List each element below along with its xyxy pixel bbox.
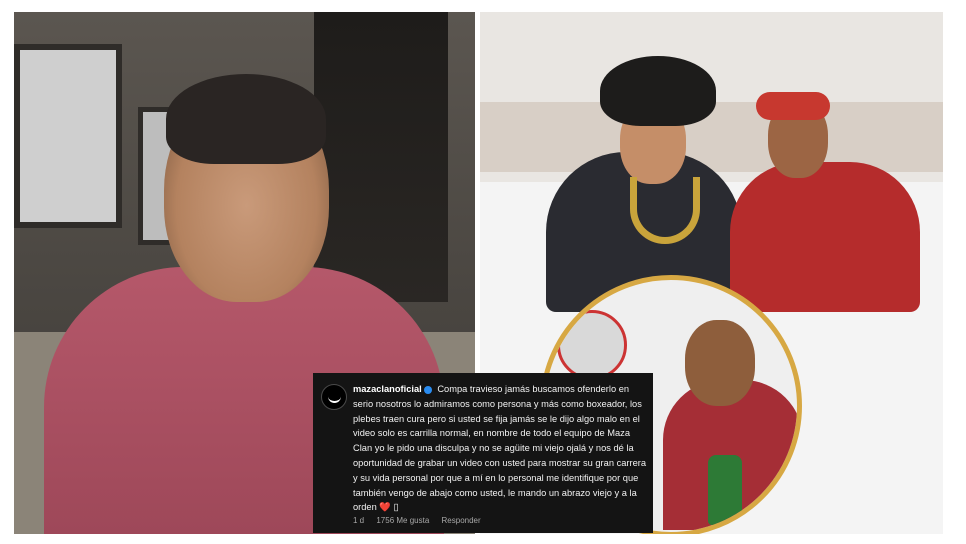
green-bottle	[708, 455, 742, 525]
comment-likes[interactable]: 1756 Me gusta	[376, 516, 429, 525]
cowboy-hat	[600, 56, 716, 126]
reply-button[interactable]: Responder	[442, 516, 481, 525]
mini-circle-photo	[557, 310, 627, 380]
verified-badge-icon	[423, 385, 432, 394]
gold-chain	[630, 177, 700, 244]
comment-time: 1 d	[353, 516, 365, 525]
trailing-glyph: ▯	[393, 502, 399, 513]
wall-picture-frame	[14, 44, 122, 228]
comment-body: Compa travieso jamás buscamos ofenderlo …	[353, 384, 647, 513]
laughing-man-face	[685, 320, 755, 406]
comment-username[interactable]: mazaclanoficial	[353, 384, 422, 394]
comment-text: mazaclanoficial Compa travieso jamás bus…	[353, 382, 649, 515]
man-in-red-jersey	[730, 162, 920, 312]
instagram-comment: mazaclanoficial Compa travieso jamás bus…	[313, 373, 653, 533]
door	[314, 12, 448, 302]
comment-meta: 1 d 1756 Me gusta Responder	[353, 516, 491, 525]
goggles	[756, 92, 830, 120]
heart-emoji: ❤️	[379, 502, 391, 513]
person-hair	[166, 74, 326, 164]
smile-icon	[327, 392, 341, 403]
profile-avatar[interactable]	[321, 384, 347, 410]
